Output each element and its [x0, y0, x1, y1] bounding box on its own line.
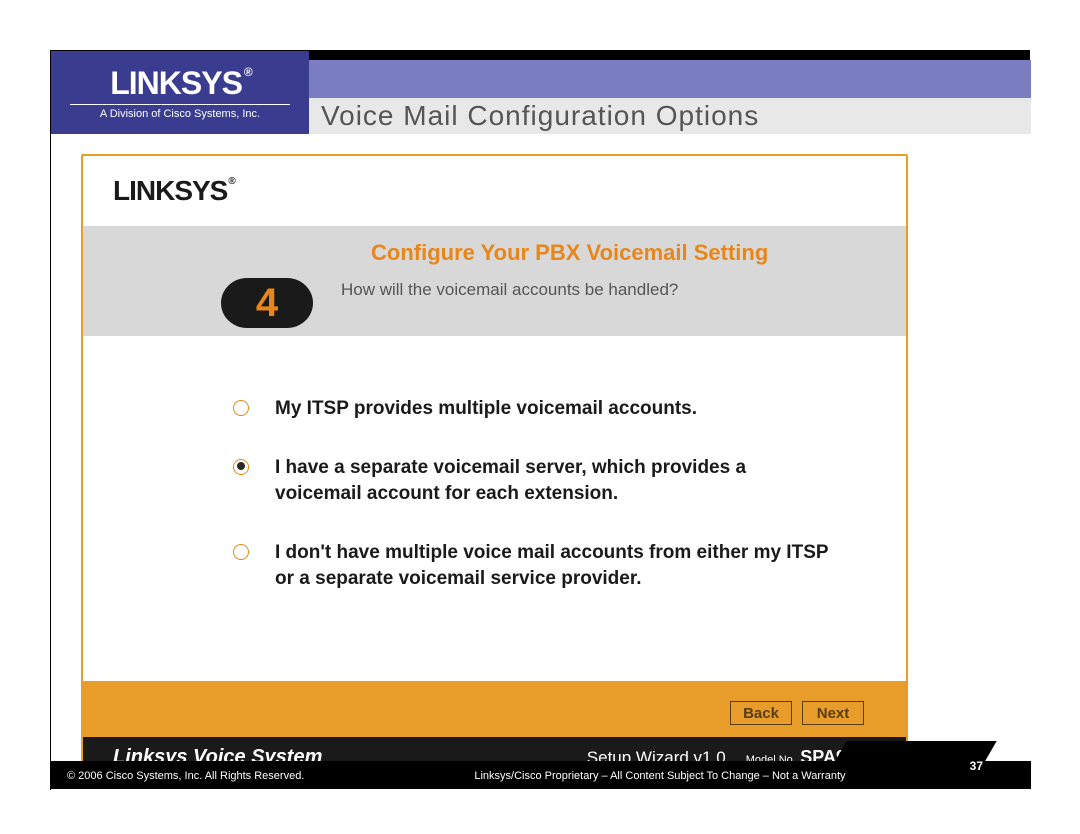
- wizard-header: LINKSYS®: [83, 156, 906, 226]
- slide-title: Voice Mail Configuration Options: [321, 100, 759, 132]
- page-number: 37: [970, 759, 983, 773]
- wizard-body: My ITSP provides multiple voicemail acco…: [83, 336, 906, 681]
- step-number: 4: [256, 281, 278, 326]
- back-button[interactable]: Back: [730, 701, 792, 725]
- radio-icon[interactable]: [233, 459, 249, 475]
- wizard-section-band: Configure Your PBX Voicemail Setting 4 H…: [83, 226, 906, 336]
- radio-label: I have a separate voicemail server, whic…: [275, 455, 835, 508]
- setup-wizard-window: LINKSYS® Configure Your PBX Voicemail Se…: [81, 154, 908, 779]
- wizard-question: How will the voicemail accounts be handl…: [341, 280, 678, 300]
- slide-footer-text: © 2006 Cisco Systems, Inc. All Rights Re…: [67, 769, 1007, 783]
- wizard-brand-word: LINKSYS: [113, 175, 227, 206]
- radio-label: I don't have multiple voice mail account…: [275, 540, 835, 593]
- content-area: LINKSYS® Configure Your PBX Voicemail Se…: [51, 134, 1031, 791]
- logo-text: LINKSYS®: [110, 65, 250, 102]
- brand-word: LINKSYS: [110, 65, 242, 101]
- radio-icon[interactable]: [233, 400, 249, 416]
- proprietary-note: Linksys/Cisco Proprietary – All Content …: [474, 770, 845, 782]
- radio-icon[interactable]: [233, 544, 249, 560]
- voicemail-option-row[interactable]: I don't have multiple voice mail account…: [233, 540, 846, 593]
- presentation-slide: LINKSYS® A Division of Cisco Systems, In…: [50, 50, 1030, 790]
- copyright: © 2006 Cisco Systems, Inc. All Rights Re…: [67, 770, 304, 782]
- wizard-logo: LINKSYS®: [113, 175, 234, 207]
- logo-subtext: A Division of Cisco Systems, Inc.: [70, 104, 290, 120]
- step-badge: 4: [221, 278, 313, 328]
- voicemail-option-row[interactable]: I have a separate voicemail server, whic…: [233, 455, 846, 508]
- registered-icon: ®: [244, 65, 252, 79]
- voicemail-option-row[interactable]: My ITSP provides multiple voicemail acco…: [233, 396, 846, 423]
- registered-icon: ®: [228, 176, 234, 187]
- wizard-section-title: Configure Your PBX Voicemail Setting: [371, 240, 878, 266]
- radio-label: My ITSP provides multiple voicemail acco…: [275, 396, 697, 423]
- next-button[interactable]: Next: [802, 701, 864, 725]
- title-band: Voice Mail Configuration Options: [309, 98, 1031, 134]
- wizard-button-bar: Back Next: [83, 681, 906, 737]
- logo-box: LINKSYS® A Division of Cisco Systems, In…: [51, 51, 309, 134]
